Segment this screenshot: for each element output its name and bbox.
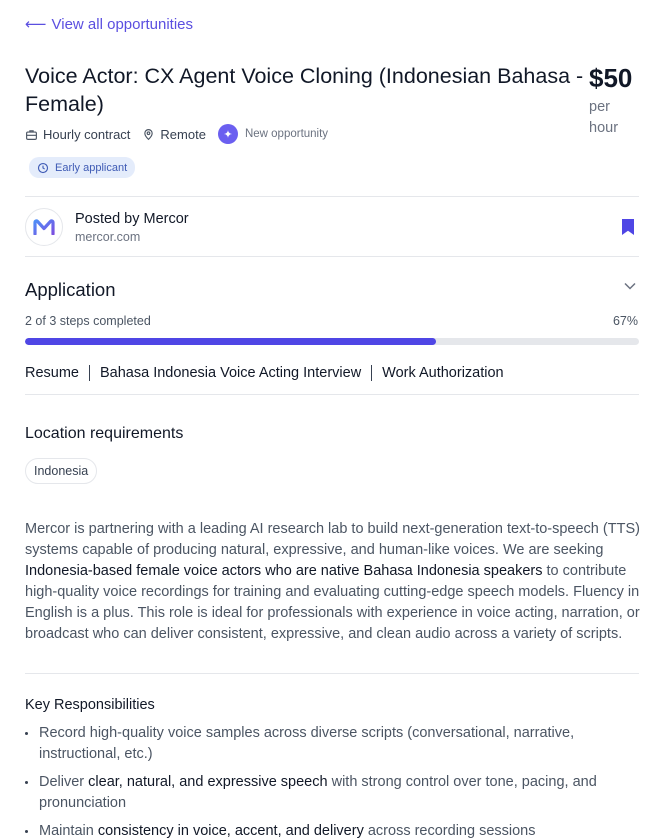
contract-type: Hourly contract — [25, 127, 130, 142]
location-pin-icon — [144, 128, 154, 140]
poster-url: mercor.com — [75, 229, 141, 244]
chevron-down-icon[interactable] — [622, 278, 638, 294]
list-item: Deliver clear, natural, and expressive s… — [25, 772, 625, 814]
description-text: Mercor is partnering with a leading AI r… — [25, 521, 640, 558]
application-progress-bar — [25, 338, 639, 345]
price: $50 — [589, 63, 633, 93]
item-text: across recording sessions — [363, 823, 536, 839]
price-box: $50 per hour — [589, 62, 632, 139]
price-unit-line1: per — [589, 99, 610, 115]
divider — [25, 256, 639, 257]
sparkle-icon: ✦ — [217, 124, 238, 144]
poster-info: Posted by Mercor mercor.com — [25, 208, 189, 246]
bookmark-icon[interactable] — [620, 218, 636, 236]
step-voice-acting-interview[interactable]: Bahasa Indonesia Voice Acting Interview — [100, 365, 361, 381]
progress-fill — [25, 338, 437, 345]
job-location: Remote — [142, 127, 206, 142]
divider — [25, 673, 639, 674]
new-opportunity-label: New opportunity — [244, 128, 329, 140]
poster-name: Posted by Mercor — [75, 210, 189, 227]
item-text: Maintain — [39, 823, 98, 839]
contract-type-label: Hourly contract — [43, 126, 131, 142]
list-item: Maintain consistency in voice, accent, a… — [25, 821, 625, 840]
price-unit-line2: hour — [589, 120, 619, 136]
key-responsibilities-heading: Key Responsibilities — [25, 697, 155, 713]
item-highlight: consistency in voice, accent, and delive… — [97, 823, 364, 839]
step-work-authorization[interactable]: Work Authorization — [382, 365, 503, 381]
description-highlight: Indonesia-based female voice actors who … — [25, 563, 543, 579]
early-applicant-badge: Early applicant — [29, 157, 136, 178]
item-text: Deliver — [39, 774, 89, 790]
early-applicant-label: Early applicant — [55, 161, 128, 174]
back-link-label: View all opportunities — [51, 15, 193, 33]
back-to-opportunities-link[interactable]: ⟵ View all opportunities — [25, 15, 193, 34]
clock-icon — [37, 162, 49, 173]
price-unit: per hour — [589, 97, 632, 139]
back-arrow-icon: ⟵ — [25, 16, 47, 33]
job-meta-row: Hourly contract Remote ✦ New opportunity — [25, 124, 328, 144]
application-heading: Application — [25, 279, 116, 300]
new-opportunity-badge: ✦ New opportunity — [217, 124, 329, 144]
job-location-label: Remote — [160, 126, 206, 142]
step-resume[interactable]: Resume — [25, 365, 79, 381]
mercor-logo — [25, 208, 63, 246]
application-steps: Resume Bahasa Indonesia Voice Acting Int… — [25, 365, 504, 381]
location-chip: Indonesia — [25, 458, 98, 484]
location-requirements-heading: Location requirements — [25, 425, 184, 442]
job-description: Mercor is partnering with a leading AI r… — [25, 519, 643, 645]
item-text: Record high-quality voice samples across… — [39, 725, 575, 762]
steps-completed-text: 2 of 3 steps completed — [25, 314, 151, 328]
briefcase-icon — [26, 129, 37, 140]
responsibilities-list: Record high-quality voice samples across… — [25, 723, 625, 840]
job-title: Voice Actor: CX Agent Voice Cloning (Ind… — [25, 64, 584, 116]
step-separator — [89, 365, 90, 381]
divider — [25, 394, 639, 395]
steps-percent: 67% — [612, 314, 638, 328]
step-separator — [371, 365, 373, 381]
item-highlight: clear, natural, and expressive speech — [88, 774, 328, 790]
list-item: Record high-quality voice samples across… — [25, 723, 625, 765]
divider — [25, 196, 639, 197]
